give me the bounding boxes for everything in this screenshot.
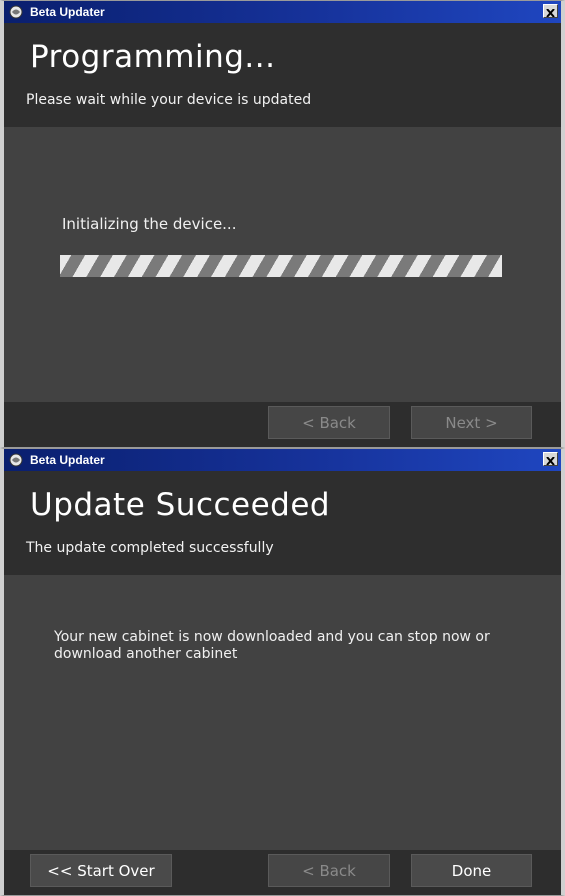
programming-window: Beta Updater Programming... Please wait … <box>0 0 565 448</box>
beta-updater-icon <box>8 4 24 20</box>
done-button[interactable]: Done <box>411 854 532 887</box>
content-area: Your new cabinet is now downloaded and y… <box>4 575 561 850</box>
page-subtitle: The update completed successfully <box>26 540 274 556</box>
close-button[interactable] <box>543 4 558 18</box>
window-title: Beta Updater <box>30 453 105 467</box>
status-text: Initializing the device... <box>62 215 237 233</box>
close-icon <box>546 2 555 21</box>
next-button[interactable]: Next > <box>411 406 532 439</box>
footer: << Start Over < Back Done <box>4 850 561 895</box>
content-area: Initializing the device... <box>4 127 561 402</box>
back-button[interactable]: < Back <box>268 406 390 439</box>
footer: < Back Next > <box>4 402 561 447</box>
page-title: Update Succeeded <box>30 487 331 523</box>
close-icon <box>546 450 555 469</box>
beta-updater-icon <box>8 452 24 468</box>
result-message: Your new cabinet is now downloaded and y… <box>54 629 490 662</box>
close-button[interactable] <box>543 452 558 466</box>
header: Programming... Please wait while your de… <box>4 23 561 127</box>
update-succeeded-window: Beta Updater Update Succeeded The update… <box>0 448 565 896</box>
title-bar[interactable]: Beta Updater <box>4 1 561 23</box>
header: Update Succeeded The update completed su… <box>4 471 561 575</box>
page-title: Programming... <box>30 39 276 75</box>
progress-bar <box>60 255 502 277</box>
page-subtitle: Please wait while your device is updated <box>26 92 312 108</box>
window-title: Beta Updater <box>30 5 105 19</box>
back-button[interactable]: < Back <box>268 854 390 887</box>
start-over-button[interactable]: << Start Over <box>30 854 172 887</box>
title-bar[interactable]: Beta Updater <box>4 449 561 471</box>
